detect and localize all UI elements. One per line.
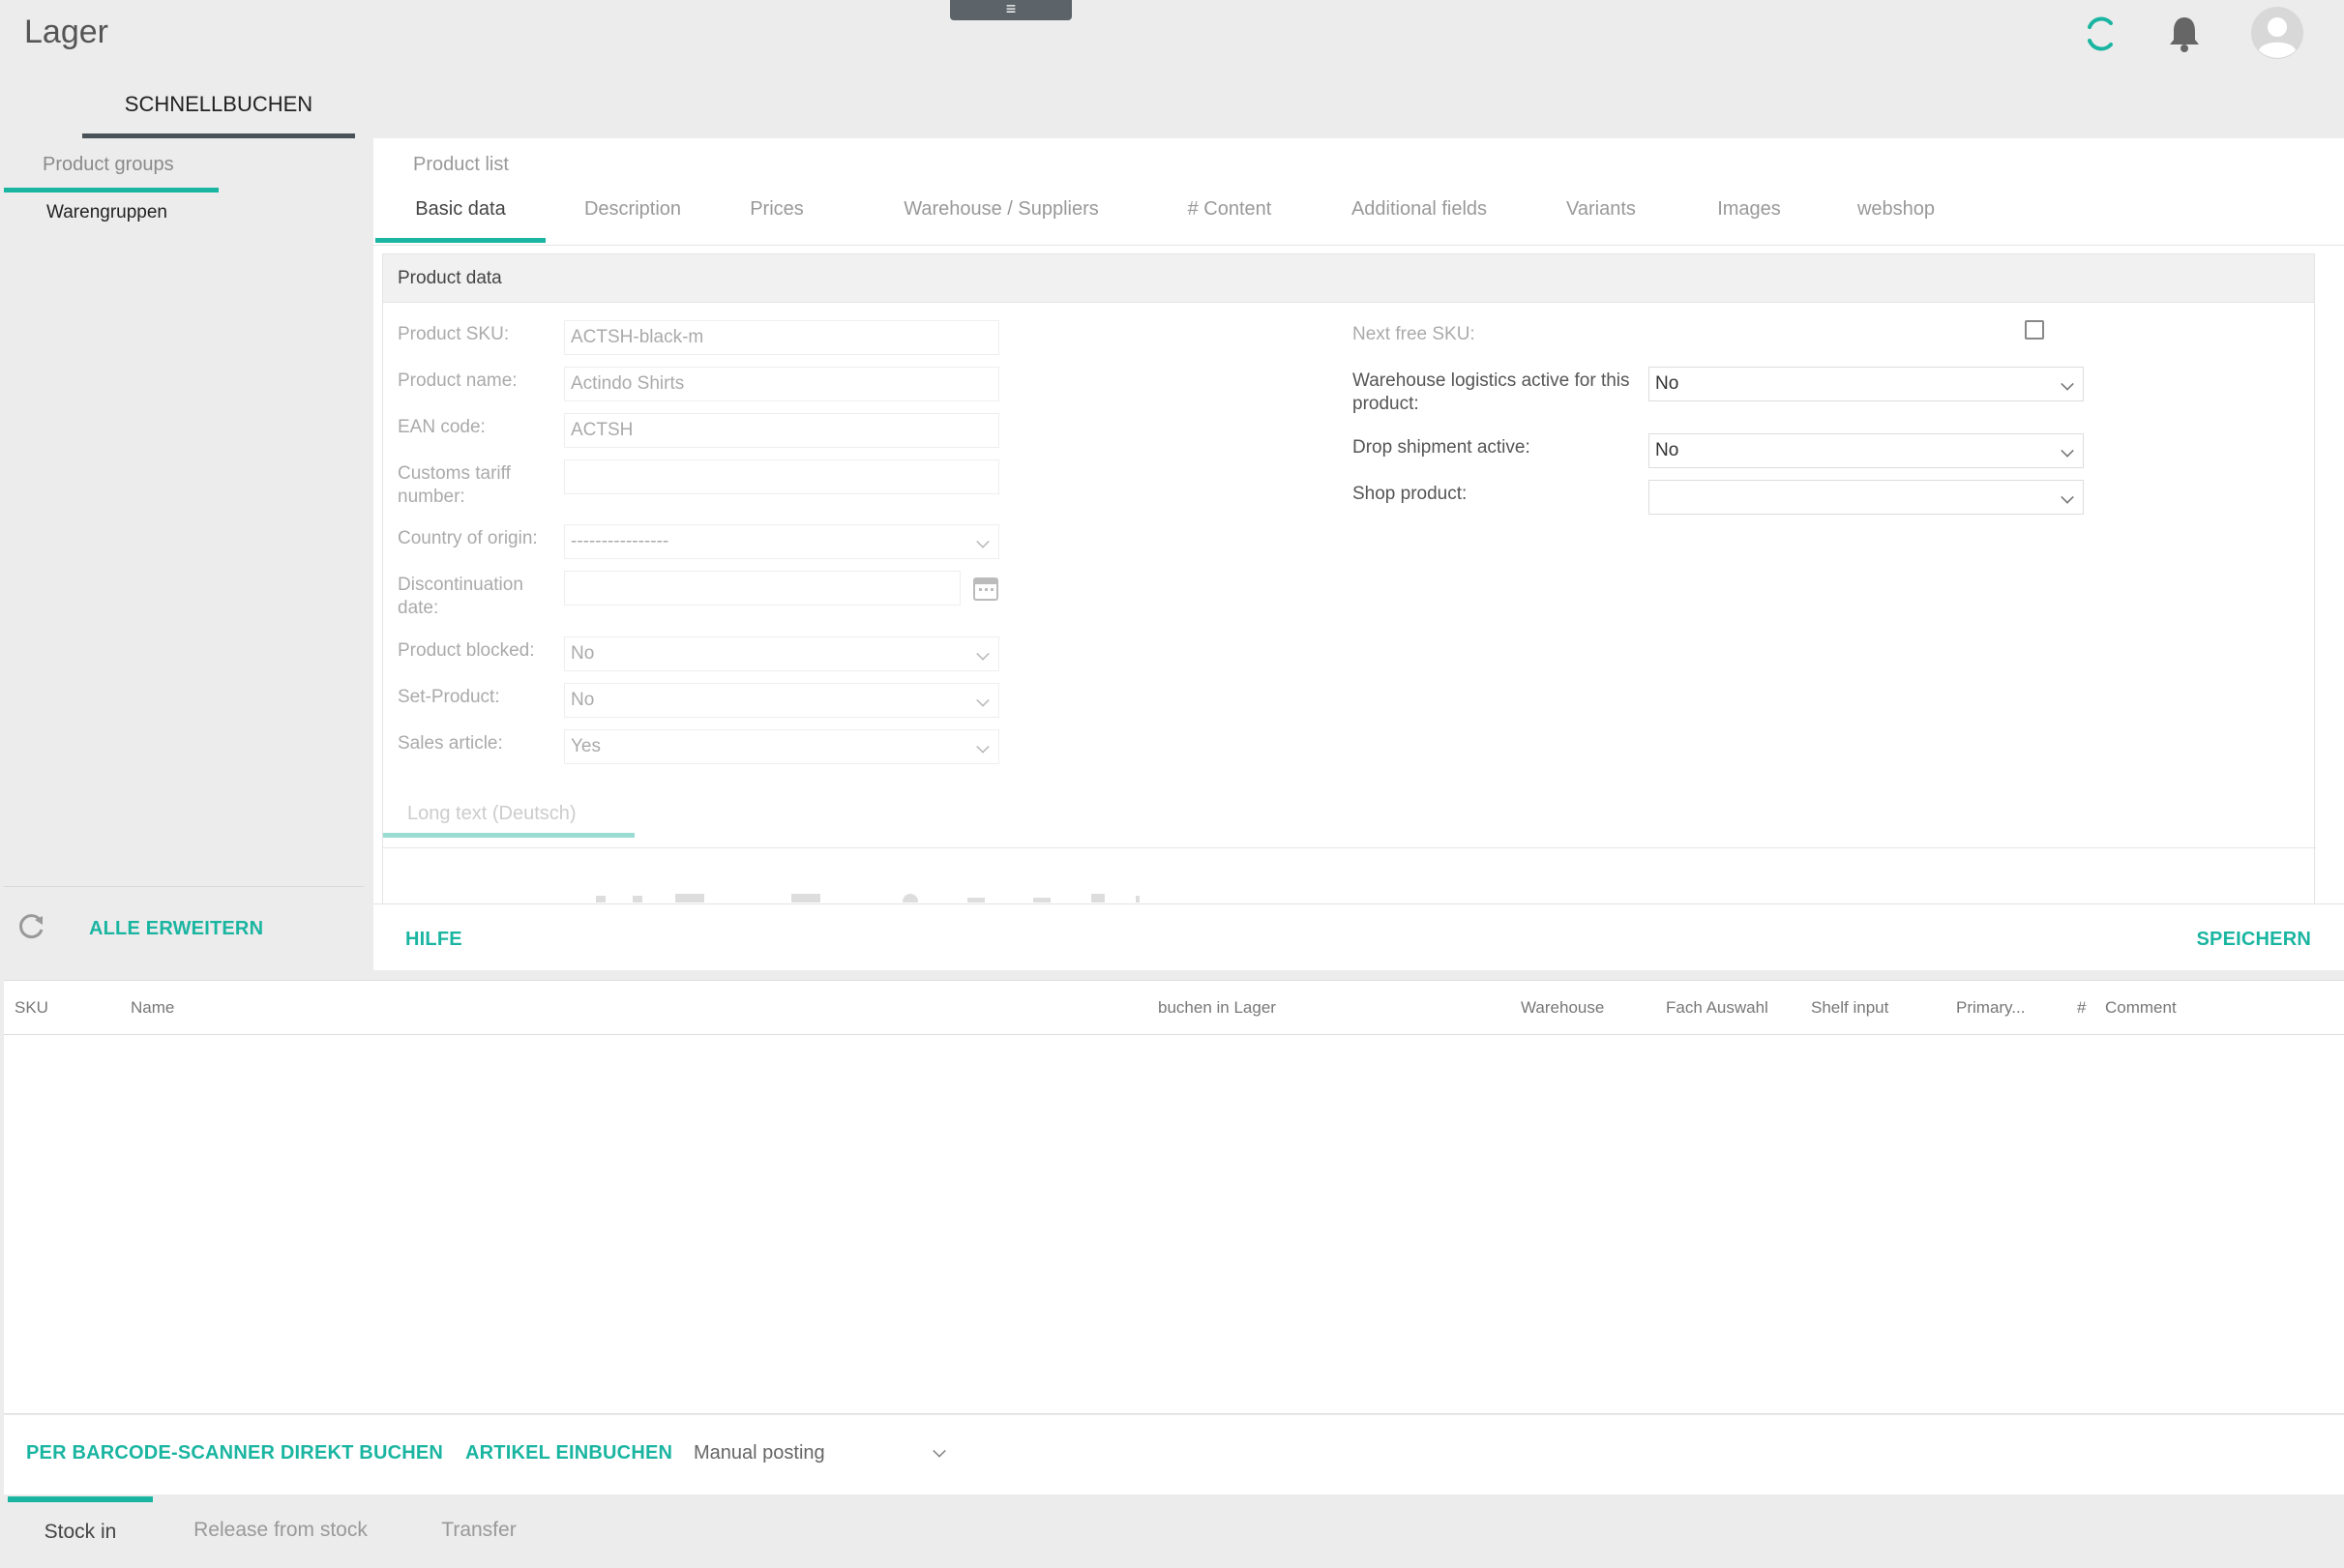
col-primary[interactable]: Primary... — [1956, 998, 2025, 1018]
posting-mode-select[interactable]: Manual posting — [694, 1433, 955, 1473]
tab-webshop[interactable]: webshop — [1848, 185, 1944, 243]
sales-article-value: Yes — [571, 736, 601, 756]
posting-mode-value: Manual posting — [694, 1442, 825, 1464]
product-groups-panel: Product groups Warengruppen — [4, 138, 364, 970]
breadcrumb[interactable]: Product list — [413, 154, 509, 176]
user-avatar-icon[interactable] — [2250, 6, 2304, 60]
customs-label: Customs tariff number: — [398, 463, 511, 507]
product-groups-footer: ALLE ERWEITERN — [4, 886, 364, 971]
booking-grid: SKU Name buchen in Lager Warehouse Fach … — [4, 980, 2344, 1414]
col-book-in-warehouse[interactable]: buchen in Lager — [1158, 998, 1276, 1018]
sku-label: Product SKU: — [398, 324, 510, 344]
save-button[interactable]: SPEICHERN — [2197, 929, 2312, 951]
origin-value: ---------------- — [571, 531, 669, 551]
set-product-label: Set-Product: — [398, 687, 500, 707]
col-sku[interactable]: SKU — [15, 998, 48, 1018]
tab-description[interactable]: Description — [565, 185, 700, 243]
tab-warehouse-suppliers[interactable]: Warehouse / Suppliers — [894, 185, 1109, 243]
barcode-scan-button[interactable]: PER BARCODE-SCANNER DIREKT BUCHEN — [26, 1442, 443, 1464]
book-article-button[interactable]: ARTIKEL EINBUCHEN — [465, 1442, 672, 1464]
sales-article-label: Sales article: — [398, 733, 503, 754]
tab-content[interactable]: # Content — [1172, 185, 1287, 243]
col-warehouse[interactable]: Warehouse — [1521, 998, 1604, 1018]
ean-label: EAN code: — [398, 417, 486, 437]
tab-prices[interactable]: Prices — [743, 185, 811, 243]
product-groups-title[interactable]: Product groups — [4, 154, 219, 192]
next-free-sku-checkbox[interactable] — [2025, 320, 2044, 340]
discontinuation-input[interactable] — [564, 571, 961, 606]
section-title: Product data — [383, 254, 2314, 303]
origin-select[interactable]: ---------------- — [564, 524, 999, 559]
bottom-tabs: Stock in Release from stock Transfer — [4, 1494, 2344, 1560]
app-title: Lager — [24, 14, 108, 50]
tab-schnellbuchen[interactable]: SCHNELLBUCHEN — [82, 85, 355, 139]
name-input[interactable]: Actindo Shirts — [564, 367, 999, 401]
action-bar: PER BARCODE-SCANNER DIREKT BUCHEN ARTIKE… — [4, 1415, 2344, 1494]
tab-images[interactable]: Images — [1706, 185, 1792, 243]
tab-basic-data[interactable]: Basic data — [375, 185, 546, 243]
drop-shipment-label: Drop shipment active: — [1352, 437, 1530, 458]
ean-input[interactable]: ACTSH — [564, 413, 999, 448]
refresh-icon[interactable] — [17, 912, 46, 941]
drop-shipment-value: No — [1655, 440, 1679, 460]
editor-toolbar — [588, 891, 1140, 902]
tab-stock-in[interactable]: Stock in — [8, 1496, 153, 1560]
menu-handle[interactable]: ≡ — [950, 0, 1072, 20]
tab-transfer[interactable]: Transfer — [426, 1496, 532, 1560]
tab-long-text[interactable]: Long text (Deutsch) — [383, 799, 635, 838]
notification-bell-icon[interactable] — [2166, 14, 2203, 54]
warehouse-logistics-select[interactable]: No — [1648, 367, 2084, 401]
discontinuation-label: Discontinuation date: — [398, 575, 523, 618]
long-text-divider — [383, 847, 2316, 848]
tab-release-from-stock[interactable]: Release from stock — [184, 1496, 377, 1560]
chevron-down-icon — [2061, 444, 2074, 458]
col-shelf-input[interactable]: Shelf input — [1811, 998, 1888, 1018]
set-product-select[interactable]: No — [564, 683, 999, 718]
calendar-icon[interactable] — [971, 574, 1000, 603]
chevron-down-icon — [976, 694, 990, 707]
col-name[interactable]: Name — [131, 998, 174, 1018]
next-free-sku-label: Next free SKU: — [1352, 324, 1475, 344]
chevron-down-icon — [976, 740, 990, 754]
product-detail-panel: Product list Basic data Description Pric… — [373, 138, 2344, 970]
customs-input[interactable] — [564, 459, 999, 494]
chevron-down-icon — [976, 647, 990, 661]
drop-shipment-select[interactable]: No — [1648, 433, 2084, 468]
tab-additional-fields[interactable]: Additional fields — [1339, 185, 1499, 243]
tab-variants[interactable]: Variants — [1556, 185, 1647, 243]
set-product-value: No — [571, 690, 595, 710]
chevron-down-icon — [2061, 490, 2074, 504]
chevron-down-icon — [976, 535, 990, 548]
help-button[interactable]: HILFE — [405, 929, 462, 951]
blocked-label: Product blocked: — [398, 640, 535, 661]
warehouse-logistics-value: No — [1655, 373, 1679, 394]
shop-product-select[interactable] — [1648, 480, 2084, 515]
col-fach-auswahl[interactable]: Fach Auswahl — [1666, 998, 1768, 1018]
col-hash[interactable]: # — [2077, 998, 2086, 1018]
editor-toolbar-icons[interactable] — [588, 892, 1140, 902]
product-data-section: Product data Product SKU: ACTSH-black-m … — [382, 253, 2315, 925]
sales-article-select[interactable]: Yes — [564, 729, 999, 764]
loading-spinner-icon — [2088, 16, 2113, 51]
grid-header: SKU Name buchen in Lager Warehouse Fach … — [4, 981, 2344, 1035]
tree-item-warengruppen[interactable]: Warengruppen — [46, 202, 167, 223]
expand-all-button[interactable]: ALLE ERWEITERN — [89, 918, 263, 940]
shop-product-label: Shop product: — [1352, 484, 1468, 504]
product-footer: HILFE SPEICHERN — [373, 903, 2344, 970]
chevron-down-icon — [933, 1444, 946, 1458]
origin-label: Country of origin: — [398, 528, 538, 548]
col-comment[interactable]: Comment — [2105, 998, 2177, 1018]
chevron-down-icon — [2061, 377, 2074, 391]
warehouse-logistics-label: Warehouse logistics active for this prod… — [1352, 370, 1630, 414]
name-label: Product name: — [398, 370, 518, 391]
tabs-divider — [373, 245, 2344, 246]
blocked-value: No — [571, 643, 595, 664]
sku-input[interactable]: ACTSH-black-m — [564, 320, 999, 355]
blocked-select[interactable]: No — [564, 636, 999, 671]
